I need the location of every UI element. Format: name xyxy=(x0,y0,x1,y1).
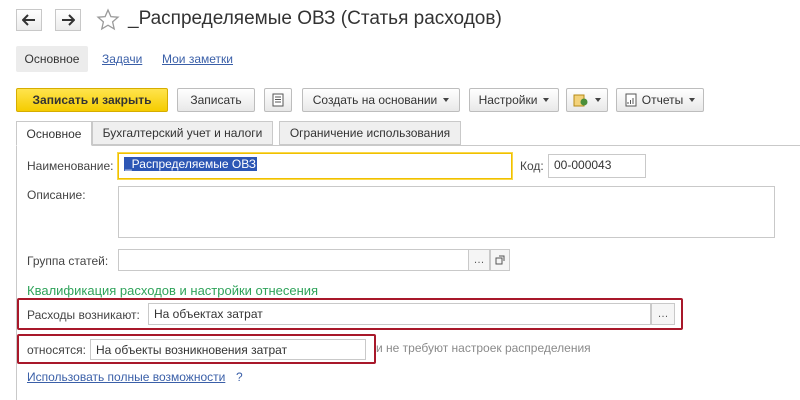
attachments-button[interactable] xyxy=(566,88,608,112)
save-and-close-button[interactable]: Записать и закрыть xyxy=(16,88,168,112)
save-label: Записать xyxy=(190,93,242,107)
code-input[interactable]: 00-000043 xyxy=(548,154,646,178)
qualification-section-title: Квалификация расходов и настройки отнесе… xyxy=(27,283,319,298)
report-icon xyxy=(625,93,637,107)
document-list-icon xyxy=(272,93,284,107)
relate-value: На объекты возникновения затрат xyxy=(96,343,288,357)
chevron-down-icon xyxy=(443,98,450,102)
chevron-down-icon xyxy=(595,98,601,102)
chevron-down-icon xyxy=(689,98,696,102)
attachment-icon xyxy=(573,94,588,107)
section-notes-link[interactable]: Мои заметки xyxy=(162,52,233,66)
open-icon xyxy=(495,255,505,265)
name-label: Наименование: xyxy=(27,159,114,173)
code-value: 00-000043 xyxy=(554,158,612,172)
section-main[interactable]: Основное xyxy=(16,46,88,72)
settings-button[interactable]: Настройки xyxy=(469,88,559,112)
create-based-on-label: Создать на основании xyxy=(312,93,438,107)
settings-label: Настройки xyxy=(478,93,538,107)
description-label: Описание: xyxy=(27,188,86,202)
help-icon[interactable]: ? xyxy=(236,370,243,384)
save-button[interactable]: Записать xyxy=(177,88,255,112)
group-label: Группа статей: xyxy=(27,254,109,268)
name-input[interactable]: _Распределяемые ОВЗ xyxy=(118,153,512,179)
chevron-down-icon xyxy=(543,98,550,102)
relate-label: относятся: xyxy=(27,343,86,357)
star-icon[interactable] xyxy=(96,8,120,32)
tab-usage-restriction[interactable]: Ограничение использования xyxy=(279,121,461,145)
forward-button[interactable] xyxy=(55,9,81,31)
tab-main-label: Основное xyxy=(26,126,82,141)
tab-accounting-taxes[interactable]: Бухгалтерский учет и налоги xyxy=(92,121,273,145)
create-based-on-button[interactable]: Создать на основании xyxy=(302,88,460,112)
window-title: _Распределяемые ОВЗ (Статья расходов) xyxy=(128,8,502,29)
list-button[interactable] xyxy=(264,88,292,112)
back-button[interactable] xyxy=(16,9,42,31)
relate-input[interactable]: На объекты возникновения затрат xyxy=(90,339,366,360)
relate-hint: и не требуют настроек распределения xyxy=(376,341,591,355)
tab-usage-restriction-label: Ограничение использования xyxy=(289,126,451,140)
expenses-arise-value: На объектах затрат xyxy=(154,307,263,321)
description-textarea[interactable] xyxy=(118,186,775,238)
tab-main[interactable]: Основное xyxy=(16,121,92,146)
section-tasks-link[interactable]: Задачи xyxy=(102,52,142,66)
tabs-divider xyxy=(16,145,800,146)
use-full-features-link[interactable]: Использовать полные возможности xyxy=(27,370,225,384)
expenses-arise-select-button[interactable]: … xyxy=(651,303,675,325)
tab-accounting-taxes-label: Бухгалтерский учет и налоги xyxy=(102,126,263,140)
arrow-left-icon xyxy=(22,14,35,26)
group-open-button[interactable] xyxy=(490,249,510,271)
reports-button[interactable]: Отчеты xyxy=(616,88,704,112)
save-and-close-label: Записать и закрыть xyxy=(32,93,152,107)
group-input[interactable] xyxy=(118,249,469,271)
reports-label: Отчеты xyxy=(641,93,684,107)
name-value: _Распределяемые ОВЗ xyxy=(124,157,258,171)
expenses-arise-input[interactable]: На объектах затрат xyxy=(148,303,651,325)
code-label: Код: xyxy=(520,159,544,173)
arrow-right-icon xyxy=(62,14,75,26)
group-select-button[interactable]: … xyxy=(468,249,490,271)
expenses-arise-label: Расходы возникают: xyxy=(27,308,140,322)
